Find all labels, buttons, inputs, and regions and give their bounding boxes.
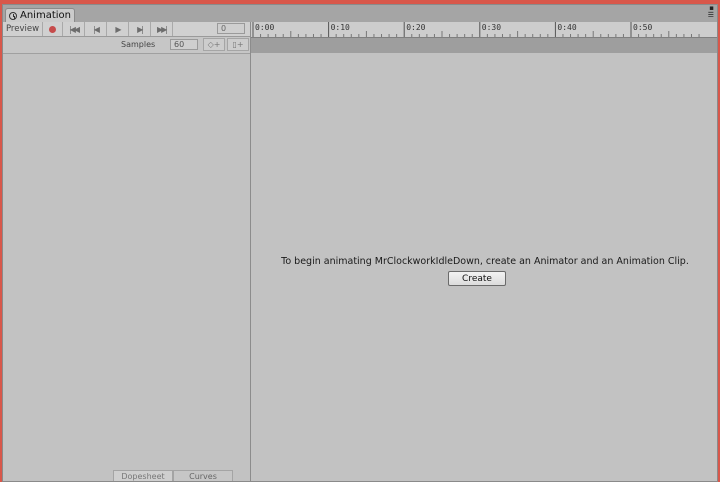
timeline-panel: 0:00 0:10 0:20 0:30 0:40 0:50 To begin animat…: [251, 22, 717, 481]
ruler-tick-label: 0:10: [331, 23, 350, 32]
ruler-tick-label: 0:20: [406, 23, 425, 32]
tab-strip: Animation ▪ ☰: [3, 5, 717, 22]
preview-button[interactable]: Preview: [3, 22, 43, 36]
samples-row: Samples 60 ◇+ ▯+: [3, 37, 250, 54]
window-controls: ▪ ☰: [708, 5, 714, 19]
samples-field[interactable]: 60: [170, 39, 198, 50]
clock-icon: [9, 11, 17, 20]
next-keyframe-button[interactable]: ▶|: [129, 22, 151, 36]
record-button[interactable]: [43, 22, 63, 36]
tab-curves[interactable]: Curves: [173, 470, 233, 481]
bottom-tabs: Dopesheet Curves: [113, 470, 233, 481]
event-lane[interactable]: [251, 38, 717, 53]
time-ruler[interactable]: 0:00 0:10 0:20 0:30 0:40 0:50: [251, 22, 717, 38]
add-keyframe-button[interactable]: ◇+: [203, 38, 225, 51]
add-event-button[interactable]: ▯+: [227, 38, 249, 51]
play-button[interactable]: ▶: [107, 22, 129, 36]
menu-icon[interactable]: ☰: [708, 12, 714, 19]
ruler-tick-label: 0:00: [255, 23, 274, 32]
previous-keyframe-button[interactable]: |◀: [85, 22, 107, 36]
tab-label: Animation: [20, 10, 71, 21]
ruler-ticks: 0:00 0:10 0:20 0:30 0:40 0:50: [252, 22, 700, 37]
left-panel: Preview |◀◀ |◀ ▶ ▶| ▶▶| 0 Samples 60 ◇+ …: [3, 22, 251, 481]
frame-field[interactable]: 0: [217, 23, 245, 34]
ruler-tick-label: 0:40: [557, 23, 576, 32]
ruler-tick-label: 0:50: [633, 23, 652, 32]
empty-state-message: To begin animating MrClockworkIdleDown, …: [281, 256, 689, 267]
ruler-tick-label: 0:30: [482, 23, 501, 32]
last-keyframe-button[interactable]: ▶▶|: [151, 22, 173, 36]
samples-label: Samples: [121, 40, 156, 49]
tab-dopesheet[interactable]: Dopesheet: [113, 470, 173, 481]
create-button[interactable]: Create: [448, 271, 506, 286]
playback-toolbar: Preview |◀◀ |◀ ▶ ▶| ▶▶| 0: [3, 22, 250, 37]
tab-animation[interactable]: Animation: [5, 8, 75, 22]
first-keyframe-button[interactable]: |◀◀: [63, 22, 85, 36]
animation-window: Animation ▪ ☰ Preview |◀◀ |◀ ▶ ▶| ▶▶| 0 …: [2, 4, 718, 482]
record-icon: [49, 25, 56, 33]
